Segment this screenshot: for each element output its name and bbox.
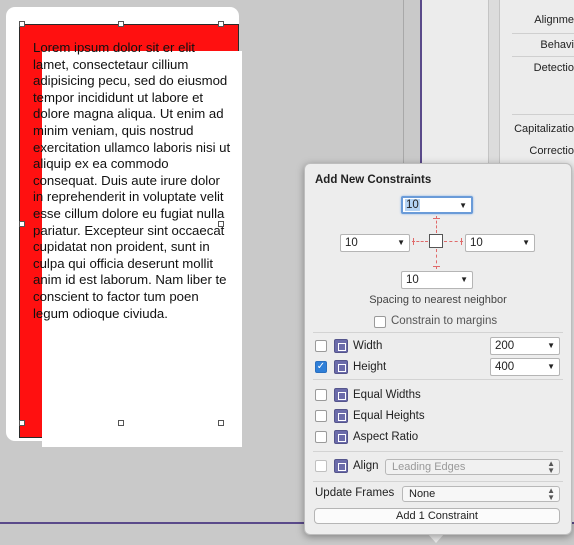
equal-widths-icon [334, 388, 348, 402]
inspector-divider [512, 33, 574, 34]
width-constraint-icon [334, 339, 348, 353]
top-strut-cap [433, 218, 440, 219]
resize-handle-right[interactable] [218, 221, 224, 227]
text-view-text: Lorem ipsum dolor sit er elit lamet, con… [33, 40, 231, 321]
right-spacing-value: 10 [470, 237, 483, 249]
spacing-to-nearest-neighbor-label: Spacing to nearest neighbor [369, 294, 507, 306]
equal-heights-icon [334, 409, 348, 423]
bottom-spacing-value: 10 [406, 274, 419, 286]
inspector-label-detection: Detectio [533, 62, 574, 74]
align-checkbox[interactable] [315, 460, 327, 472]
align-icon [334, 459, 348, 473]
chevron-down-icon[interactable]: ▼ [547, 341, 555, 350]
height-label[interactable]: Height [353, 361, 386, 373]
resize-handle-top-left[interactable] [19, 21, 25, 27]
width-value-field[interactable]: 200 ▼ [490, 337, 560, 355]
constrain-to-margins-label[interactable]: Constrain to margins [391, 315, 497, 327]
separator [313, 481, 563, 482]
inspector-label-correction: Correctio [529, 145, 574, 157]
inspector-divider [512, 56, 574, 57]
inspector-divider [512, 114, 574, 115]
update-frames-label: Update Frames [315, 487, 395, 499]
inspector-label-alignment: Alignme [534, 14, 574, 26]
top-spacing-value: 10 [405, 199, 420, 211]
add-constraints-popover: Add New Constraints 10 ▼ 10 ▼ 10 ▼ 10 ▼ … [304, 163, 572, 535]
resize-handle-left[interactable] [19, 221, 25, 227]
chevron-down-icon[interactable]: ▼ [460, 275, 468, 284]
stepper-icon: ▲ ▼ [547, 459, 555, 475]
align-value: Leading Edges [392, 461, 466, 473]
align-popup[interactable]: Leading Edges ▲ ▼ [385, 459, 560, 475]
width-label[interactable]: Width [353, 340, 382, 352]
aspect-ratio-checkbox[interactable] [315, 431, 327, 443]
chevron-down-icon[interactable]: ▼ [459, 201, 467, 210]
left-spacing-field[interactable]: 10 ▼ [340, 234, 410, 252]
resize-handle-top[interactable] [118, 21, 124, 27]
add-constraints-button[interactable]: Add 1 Constraint [314, 508, 560, 524]
inspector-label-behavior: Behavi [540, 39, 574, 51]
view-controller-scene[interactable]: Lorem ipsum dolor sit er elit lamet, con… [6, 7, 242, 447]
separator [313, 332, 563, 333]
resize-handle-top-right[interactable] [218, 21, 224, 27]
aspect-ratio-label[interactable]: Aspect Ratio [353, 431, 418, 443]
chevron-down-icon[interactable]: ▼ [522, 238, 530, 247]
equal-heights-label[interactable]: Equal Heights [353, 410, 425, 422]
align-label[interactable]: Align [353, 460, 379, 472]
right-spacing-field[interactable]: 10 ▼ [465, 234, 535, 252]
chevron-down-icon[interactable]: ▼ [547, 362, 555, 371]
height-value: 400 [495, 361, 515, 373]
height-value-field[interactable]: 400 ▼ [490, 358, 560, 376]
bottom-spacing-field[interactable]: 10 ▼ [401, 271, 473, 289]
width-value: 200 [495, 340, 515, 352]
update-frames-popup[interactable]: None ▲ ▼ [402, 486, 560, 502]
chevron-down-icon[interactable]: ▼ [397, 238, 405, 247]
resize-handle-bottom[interactable] [118, 420, 124, 426]
bottom-strut-cap [433, 266, 440, 267]
height-constraint-icon [334, 360, 348, 374]
height-checkbox[interactable]: ✓ [315, 361, 327, 373]
constrain-to-margins-checkbox[interactable] [374, 316, 386, 328]
left-constraint-strut[interactable] [412, 241, 428, 242]
top-spacing-field[interactable]: 10 ▼ [401, 196, 473, 214]
separator [313, 379, 563, 380]
equal-heights-checkbox[interactable] [315, 410, 327, 422]
equal-widths-checkbox[interactable] [315, 389, 327, 401]
inspector-label-capitalization: Capitalizatio [514, 123, 574, 135]
resize-handle-bottom-left[interactable] [19, 420, 25, 426]
constraint-center-box [429, 234, 443, 248]
left-spacing-value: 10 [345, 237, 358, 249]
resize-handle-bottom-right[interactable] [218, 420, 224, 426]
left-strut-cap [413, 238, 414, 245]
equal-widths-label[interactable]: Equal Widths [353, 389, 421, 401]
separator [313, 451, 563, 452]
width-checkbox[interactable] [315, 340, 327, 352]
popover-title: Add New Constraints [315, 174, 432, 186]
stepper-icon: ▲ ▼ [547, 486, 555, 502]
right-strut-cap [461, 238, 462, 245]
update-frames-value: None [409, 488, 436, 500]
aspect-ratio-icon [334, 430, 348, 444]
